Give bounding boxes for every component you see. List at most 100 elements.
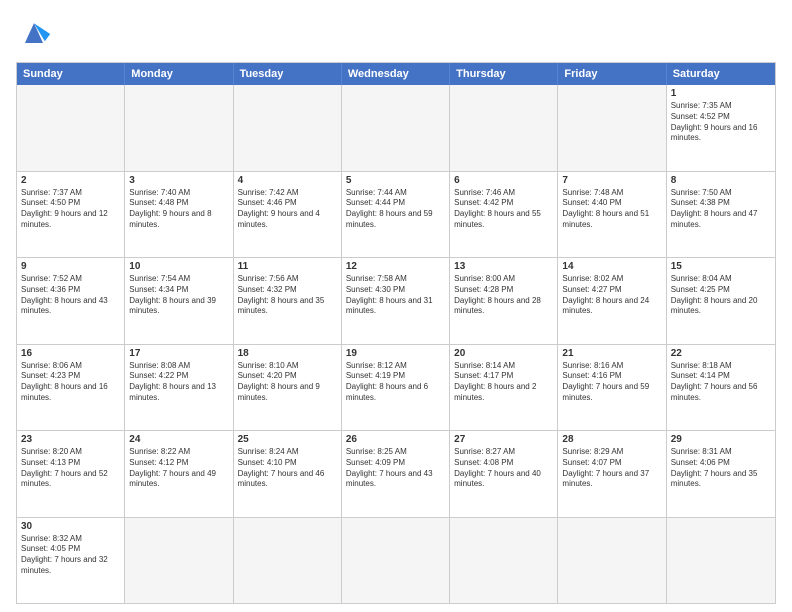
- day-info: Sunrise: 8:32 AM Sunset: 4:05 PM Dayligh…: [21, 534, 120, 577]
- day-info: Sunrise: 8:10 AM Sunset: 4:20 PM Dayligh…: [238, 361, 337, 404]
- day-number: 3: [129, 175, 228, 186]
- day-info: Sunrise: 8:22 AM Sunset: 4:12 PM Dayligh…: [129, 447, 228, 490]
- day-info: Sunrise: 7:42 AM Sunset: 4:46 PM Dayligh…: [238, 188, 337, 231]
- weekday-header-saturday: Saturday: [667, 63, 775, 85]
- day-number: 15: [671, 261, 771, 272]
- calendar-cell: 29 Sunrise: 8:31 AM Sunset: 4:06 PM Dayli…: [667, 431, 775, 517]
- day-info: Sunrise: 8:06 AM Sunset: 4:23 PM Dayligh…: [21, 361, 120, 404]
- calendar-cell: [234, 85, 342, 171]
- day-number: 29: [671, 434, 771, 445]
- calendar-cell: 24 Sunrise: 8:22 AM Sunset: 4:12 PM Dayli…: [125, 431, 233, 517]
- day-number: 23: [21, 434, 120, 445]
- calendar-cell: 28 Sunrise: 8:29 AM Sunset: 4:07 PM Dayli…: [558, 431, 666, 517]
- calendar-cell: 1 Sunrise: 7:35 AM Sunset: 4:52 PM Daylig…: [667, 85, 775, 171]
- weekday-header-monday: Monday: [125, 63, 233, 85]
- day-info: Sunrise: 8:08 AM Sunset: 4:22 PM Dayligh…: [129, 361, 228, 404]
- day-info: Sunrise: 8:29 AM Sunset: 4:07 PM Dayligh…: [562, 447, 661, 490]
- calendar-cell: 18 Sunrise: 8:10 AM Sunset: 4:20 PM Dayli…: [234, 345, 342, 431]
- day-info: Sunrise: 8:02 AM Sunset: 4:27 PM Dayligh…: [562, 274, 661, 317]
- calendar-body: 1 Sunrise: 7:35 AM Sunset: 4:52 PM Daylig…: [17, 85, 775, 603]
- day-number: 11: [238, 261, 337, 272]
- day-number: 8: [671, 175, 771, 186]
- day-number: 13: [454, 261, 553, 272]
- day-number: 5: [346, 175, 445, 186]
- day-number: 9: [21, 261, 120, 272]
- day-number: 24: [129, 434, 228, 445]
- calendar-cell: 23 Sunrise: 8:20 AM Sunset: 4:13 PM Dayli…: [17, 431, 125, 517]
- day-number: 30: [21, 521, 120, 532]
- day-info: Sunrise: 8:12 AM Sunset: 4:19 PM Dayligh…: [346, 361, 445, 404]
- calendar-cell: 12Sunrise: 7:58 AM Sunset: 4:30 PM Dayli…: [342, 258, 450, 344]
- calendar-cell: 6Sunrise: 7:46 AM Sunset: 4:42 PM Daylig…: [450, 172, 558, 258]
- calendar-row-4: 16 Sunrise: 8:06 AM Sunset: 4:23 PM Dayli…: [17, 344, 775, 431]
- calendar-cell: 17 Sunrise: 8:08 AM Sunset: 4:22 PM Dayli…: [125, 345, 233, 431]
- weekday-header-sunday: Sunday: [17, 63, 125, 85]
- day-info: Sunrise: 7:54 AM Sunset: 4:34 PM Dayligh…: [129, 274, 228, 317]
- calendar-row-6: 30 Sunrise: 8:32 AM Sunset: 4:05 PM Dayli…: [17, 517, 775, 604]
- calendar-cell: 4Sunrise: 7:42 AM Sunset: 4:46 PM Daylig…: [234, 172, 342, 258]
- calendar-cell: [667, 518, 775, 604]
- day-info: Sunrise: 8:18 AM Sunset: 4:14 PM Dayligh…: [671, 361, 771, 404]
- day-info: Sunrise: 7:52 AM Sunset: 4:36 PM Dayligh…: [21, 274, 120, 317]
- day-info: Sunrise: 7:37 AM Sunset: 4:50 PM Dayligh…: [21, 188, 120, 231]
- page: SundayMondayTuesdayWednesdayThursdayFrid…: [0, 0, 792, 612]
- calendar-cell: 27 Sunrise: 8:27 AM Sunset: 4:08 PM Dayli…: [450, 431, 558, 517]
- calendar-header: SundayMondayTuesdayWednesdayThursdayFrid…: [17, 63, 775, 85]
- day-info: Sunrise: 7:48 AM Sunset: 4:40 PM Dayligh…: [562, 188, 661, 231]
- calendar-cell: 14 Sunrise: 8:02 AM Sunset: 4:27 PM Dayli…: [558, 258, 666, 344]
- day-info: Sunrise: 8:00 AM Sunset: 4:28 PM Dayligh…: [454, 274, 553, 317]
- day-number: 20: [454, 348, 553, 359]
- calendar-cell: [125, 85, 233, 171]
- day-number: 26: [346, 434, 445, 445]
- day-info: Sunrise: 7:56 AM Sunset: 4:32 PM Dayligh…: [238, 274, 337, 317]
- day-info: Sunrise: 8:31 AM Sunset: 4:06 PM Dayligh…: [671, 447, 771, 490]
- day-number: 12: [346, 261, 445, 272]
- day-number: 28: [562, 434, 661, 445]
- calendar-row-3: 9 Sunrise: 7:52 AM Sunset: 4:36 PM Daylig…: [17, 257, 775, 344]
- calendar-cell: [234, 518, 342, 604]
- day-number: 18: [238, 348, 337, 359]
- calendar-cell: [342, 85, 450, 171]
- day-number: 16: [21, 348, 120, 359]
- header: [16, 16, 776, 52]
- day-number: 27: [454, 434, 553, 445]
- day-number: 17: [129, 348, 228, 359]
- day-number: 6: [454, 175, 553, 186]
- calendar-cell: 8Sunrise: 7:50 AM Sunset: 4:38 PM Daylig…: [667, 172, 775, 258]
- day-info: Sunrise: 8:20 AM Sunset: 4:13 PM Dayligh…: [21, 447, 120, 490]
- calendar-cell: 11 Sunrise: 7:56 AM Sunset: 4:32 PM Dayli…: [234, 258, 342, 344]
- calendar-cell: 7Sunrise: 7:48 AM Sunset: 4:40 PM Daylig…: [558, 172, 666, 258]
- day-number: 14: [562, 261, 661, 272]
- calendar-row-1: 1 Sunrise: 7:35 AM Sunset: 4:52 PM Daylig…: [17, 85, 775, 171]
- weekday-header-tuesday: Tuesday: [234, 63, 342, 85]
- day-info: Sunrise: 8:27 AM Sunset: 4:08 PM Dayligh…: [454, 447, 553, 490]
- calendar-cell: 20 Sunrise: 8:14 AM Sunset: 4:17 PM Dayli…: [450, 345, 558, 431]
- calendar-cell: 21 Sunrise: 8:16 AM Sunset: 4:16 PM Dayli…: [558, 345, 666, 431]
- calendar-cell: [342, 518, 450, 604]
- calendar-row-2: 2Sunrise: 7:37 AM Sunset: 4:50 PM Daylig…: [17, 171, 775, 258]
- calendar-cell: [125, 518, 233, 604]
- logo-icon: [16, 16, 52, 52]
- calendar-cell: 25Sunrise: 8:24 AM Sunset: 4:10 PM Dayli…: [234, 431, 342, 517]
- day-info: Sunrise: 8:16 AM Sunset: 4:16 PM Dayligh…: [562, 361, 661, 404]
- logo: [16, 16, 56, 52]
- day-number: 21: [562, 348, 661, 359]
- day-number: 25: [238, 434, 337, 445]
- calendar-cell: 30 Sunrise: 8:32 AM Sunset: 4:05 PM Dayli…: [17, 518, 125, 604]
- day-info: Sunrise: 7:35 AM Sunset: 4:52 PM Dayligh…: [671, 101, 771, 144]
- calendar-cell: 16 Sunrise: 8:06 AM Sunset: 4:23 PM Dayli…: [17, 345, 125, 431]
- day-info: Sunrise: 8:25 AM Sunset: 4:09 PM Dayligh…: [346, 447, 445, 490]
- day-number: 10: [129, 261, 228, 272]
- calendar-cell: [558, 85, 666, 171]
- day-info: Sunrise: 8:14 AM Sunset: 4:17 PM Dayligh…: [454, 361, 553, 404]
- calendar-cell: [17, 85, 125, 171]
- calendar-cell: 26 Sunrise: 8:25 AM Sunset: 4:09 PM Dayli…: [342, 431, 450, 517]
- day-number: 1: [671, 88, 771, 99]
- calendar-cell: 3Sunrise: 7:40 AM Sunset: 4:48 PM Daylig…: [125, 172, 233, 258]
- calendar-cell: 13 Sunrise: 8:00 AM Sunset: 4:28 PM Dayli…: [450, 258, 558, 344]
- calendar-cell: 5Sunrise: 7:44 AM Sunset: 4:44 PM Daylig…: [342, 172, 450, 258]
- weekday-header-thursday: Thursday: [450, 63, 558, 85]
- calendar-cell: [558, 518, 666, 604]
- day-number: 19: [346, 348, 445, 359]
- day-number: 22: [671, 348, 771, 359]
